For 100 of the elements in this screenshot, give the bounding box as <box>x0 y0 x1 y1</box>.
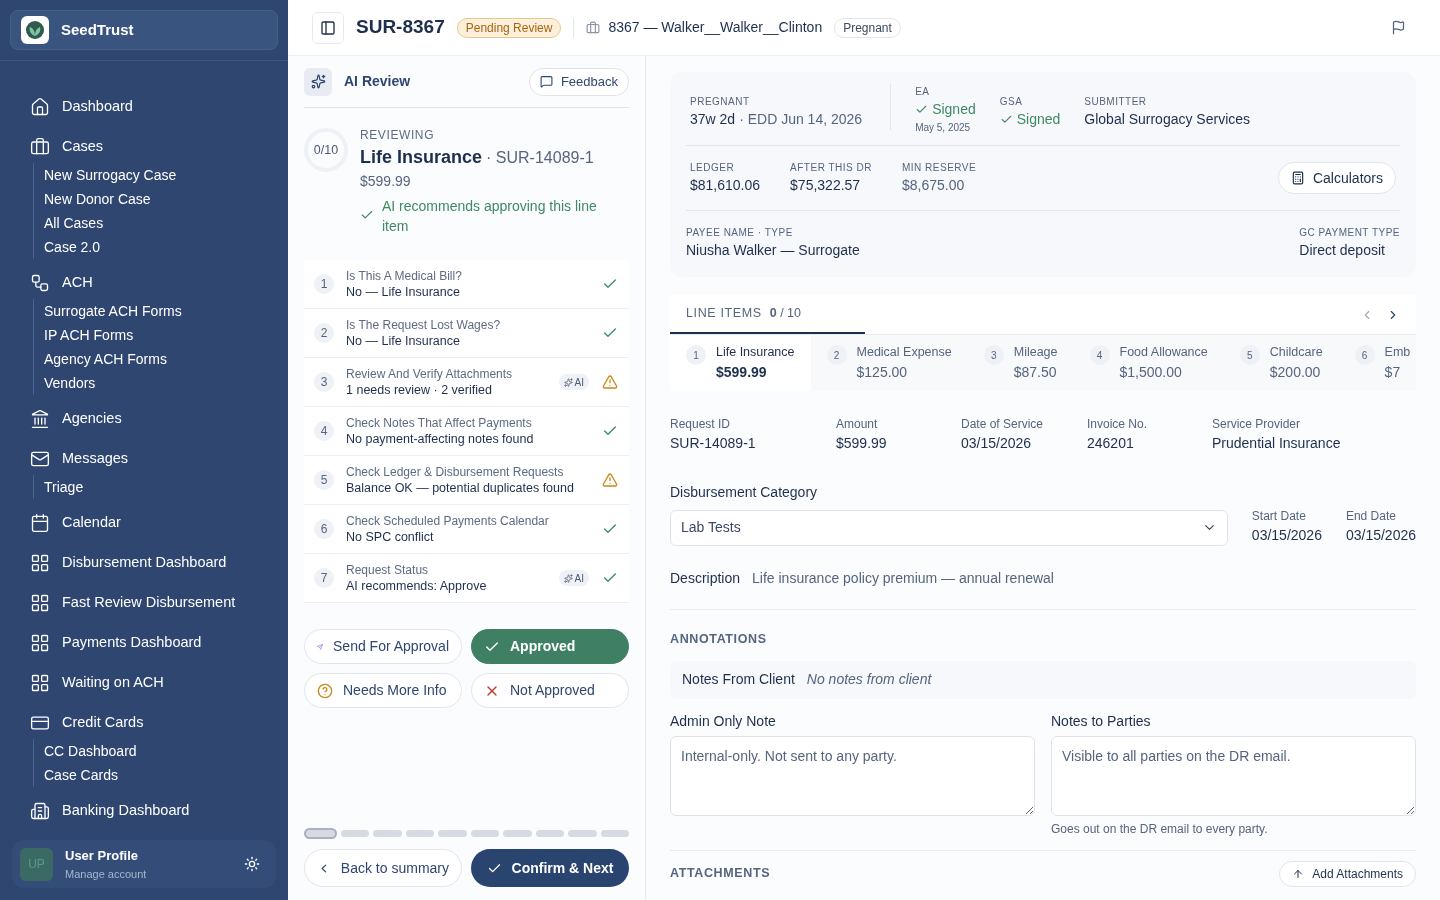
checklist-row[interactable]: 2 Is The Request Lost Wages? No — Life Insurance <box>304 309 629 358</box>
step-indicator[interactable] <box>568 830 597 837</box>
nav-subitem[interactable]: All Cases <box>44 211 258 235</box>
nav-subitem[interactable]: Case 2.0 <box>44 235 258 259</box>
nav-subitem[interactable]: Vendors <box>44 371 258 395</box>
checklist-row[interactable]: 6 Check Scheduled Payments Calendar No SPC conflict <box>304 505 629 554</box>
check-title: Is This A Medical Bill? <box>346 268 463 284</box>
line-item-tab[interactable]: 4 Food Allowance $1,500.00 <box>1073 335 1224 391</box>
line-item-amount: $599.99 <box>716 362 768 382</box>
checklist-row[interactable]: 7 Request Status AI recommends: Approve AI <box>304 554 629 603</box>
checklist-row[interactable]: 3 Review And Verify Attachments 1 needs review · 2 verified AI <box>304 358 629 407</box>
line-item-tab[interactable]: 2 Medical Expense $125.00 <box>810 335 968 391</box>
flag-icon[interactable] <box>1391 20 1406 35</box>
step-indicator[interactable] <box>535 830 564 837</box>
field-label: LEDGER <box>690 161 736 175</box>
gestation-value: 37w 2d <box>690 110 736 129</box>
nav-item[interactable]: Calendar <box>30 503 258 543</box>
sparkles-icon <box>310 74 326 89</box>
nav-subitem[interactable]: Agency ACH Forms <box>44 347 258 371</box>
detail-value: 246201 <box>1087 433 1135 453</box>
line-item-amount: $125.00 <box>856 362 909 382</box>
nav-item[interactable]: Payments Dashboard <box>30 623 258 663</box>
step-indicator[interactable] <box>373 830 402 837</box>
balance-value: $75,322.57 <box>790 176 862 195</box>
step-number: 2 <box>314 323 334 343</box>
field-label: PREGNANT <box>690 95 751 109</box>
line-item-name: Medical Expense <box>856 344 952 361</box>
category-select[interactable]: Lab Tests <box>670 509 1228 546</box>
detail-label: Date of Service <box>961 415 1045 433</box>
line-item-amount: $87.50 <box>1013 362 1058 382</box>
checklist-row[interactable]: 5 Check Ledger & Disbursement Requests Balance OK — potential duplicates found <box>304 456 629 505</box>
bank-icon <box>30 409 50 429</box>
nav-subitem[interactable]: New Donor Case <box>44 187 258 211</box>
checklist-row[interactable]: 1 Is This A Medical Bill? No — Life Insurance <box>304 260 629 309</box>
step-indicator[interactable] <box>304 828 337 839</box>
decision-button[interactable]: Not Approved <box>471 673 629 708</box>
nav-subitem[interactable]: Case Cards <box>44 763 258 787</box>
ai-badge: AI <box>558 374 589 390</box>
signature-date: May 5, 2025 <box>915 121 972 135</box>
recommendation-text: AI recommends approving this line item <box>382 197 598 236</box>
decision-button[interactable]: Needs More Info <box>304 673 462 708</box>
step-indicator[interactable] <box>470 830 499 837</box>
calculator-icon <box>1290 171 1305 185</box>
due-date: · EDD Jun 14, 2026 <box>739 110 863 129</box>
nav-item[interactable]: Waiting on ACH <box>30 663 258 703</box>
date-label: Start Date <box>1251 507 1307 525</box>
step-indicator[interactable] <box>503 830 532 837</box>
note-field[interactable]: Visible to all parties on the DR email. <box>1051 735 1416 816</box>
line-item-name: Emb <box>1384 344 1411 361</box>
category-label: Disbursement Category <box>670 482 819 502</box>
note-field[interactable]: Internal-only. Not sent to any party. <box>670 735 1035 816</box>
grid-icon <box>30 593 50 613</box>
line-item-tab[interactable]: 6 Emb $7 <box>1338 335 1416 391</box>
feedback-button[interactable]: Feedback <box>528 67 629 96</box>
payee-value: Niusha Walker — Surrogate <box>686 241 860 260</box>
line-item-amount: $7 <box>1384 362 1402 382</box>
line-items-title: LINE ITEMS <box>686 305 762 323</box>
sidebar-toggle[interactable] <box>312 11 344 44</box>
date-value: 03/15/2026 <box>1251 525 1322 545</box>
check-detail: No payment-affecting notes found <box>346 431 535 447</box>
check-title: Check Notes That Affect Payments <box>346 415 533 431</box>
line-item-name: Food Allowance <box>1119 344 1208 361</box>
confirm-button[interactable]: Confirm & Next <box>471 849 629 887</box>
step-indicator[interactable] <box>405 830 434 837</box>
step-indicator[interactable] <box>438 830 467 837</box>
add-attachments-button[interactable]: Add Attachments <box>1279 860 1416 887</box>
calculators-button[interactable]: Calculators <box>1277 162 1396 194</box>
step-number: 6 <box>1354 345 1375 365</box>
nav-item[interactable]: Disbursement Dashboard <box>30 543 258 583</box>
step-indicator[interactable] <box>340 830 369 837</box>
back-button[interactable]: Back to summary <box>304 849 462 887</box>
client-notes-label: Notes From Client <box>682 670 795 689</box>
detail-value: Prudential Insurance <box>1212 433 1341 453</box>
check-detail: No SPC conflict <box>346 529 435 545</box>
nav-item[interactable]: Dashboard <box>30 87 258 127</box>
theme-icon[interactable] <box>244 856 260 872</box>
check-icon <box>360 208 374 222</box>
decision-button[interactable]: Approved <box>471 629 629 664</box>
building-icon <box>30 801 50 821</box>
step-number: 1 <box>686 345 706 365</box>
detail-label: Invoice No. <box>1087 415 1149 433</box>
step-indicator[interactable] <box>600 830 629 837</box>
nav-item[interactable]: Banking Dashboard <box>30 791 258 828</box>
line-item-tab[interactable]: 3 Mileage $87.50 <box>967 335 1074 391</box>
nav-subitem[interactable]: IP ACH Forms <box>44 323 258 347</box>
brand-header[interactable]: SeedTrust <box>10 10 278 50</box>
check-title: Check Ledger & Disbursement Requests <box>346 464 565 480</box>
step-number: 7 <box>314 568 334 588</box>
briefcase-icon <box>586 20 601 35</box>
line-item-tab[interactable]: 5 Childcare $200.00 <box>1223 335 1339 391</box>
client-notes-value: No notes from client <box>806 670 932 689</box>
checklist-row[interactable]: 4 Check Notes That Affect Payments No payment-affecting notes found <box>304 407 629 456</box>
signature-status: Signed <box>999 109 1061 130</box>
check-detail: Balance OK — potential duplicates found <box>346 480 575 496</box>
panel-title: AI Review <box>344 72 412 91</box>
line-item-amount: $1,500.00 <box>1119 362 1183 382</box>
upload-icon <box>1292 867 1305 880</box>
nav-item[interactable]: Fast Review Disbursement <box>30 583 258 623</box>
decision-button[interactable]: Send For Approval <box>304 629 462 664</box>
nav-item[interactable]: Agencies <box>30 399 258 439</box>
